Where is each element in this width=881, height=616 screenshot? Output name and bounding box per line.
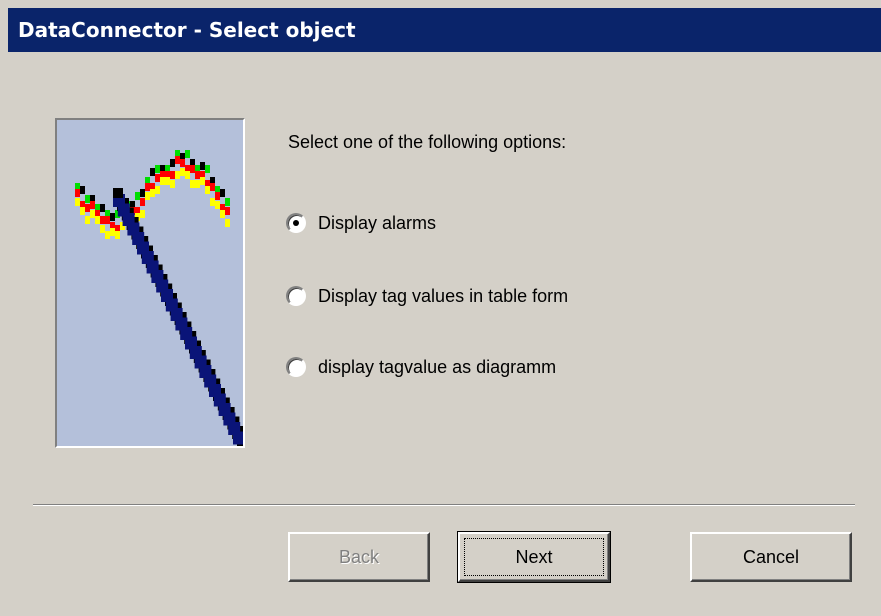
radio-display-tagvalue-diagram[interactable]: [286, 357, 306, 377]
option-display-tagvalue-diagram[interactable]: display tagvalue as diagramm: [286, 354, 556, 380]
option-label: display tagvalue as diagramm: [318, 356, 557, 377]
next-button[interactable]: Next: [457, 531, 611, 583]
window-title: DataConnector - Select object: [18, 18, 356, 42]
separator-line: [33, 504, 855, 506]
option-display-tag-values-table[interactable]: Display tag values in table form: [286, 283, 568, 309]
radio-display-alarms[interactable]: [286, 213, 306, 233]
radio-selected-dot: [293, 220, 299, 226]
cancel-button[interactable]: Cancel: [690, 532, 852, 582]
radio-display-tag-values-table[interactable]: [286, 286, 306, 306]
back-button[interactable]: Back: [288, 532, 430, 582]
next-button-label: Next: [515, 546, 553, 567]
option-label: Display tag values in table form: [318, 285, 569, 306]
title-bar: DataConnector - Select object: [8, 8, 881, 52]
wand-with-signal-icon: [75, 150, 243, 446]
wizard-image: [55, 118, 245, 448]
option-display-alarms[interactable]: Display alarms: [286, 210, 436, 236]
options-prompt: Select one of the following options:: [288, 132, 567, 152]
wizard-dialog: DataConnector - Select object Select one…: [0, 0, 881, 616]
option-label: Display alarms: [318, 212, 437, 233]
